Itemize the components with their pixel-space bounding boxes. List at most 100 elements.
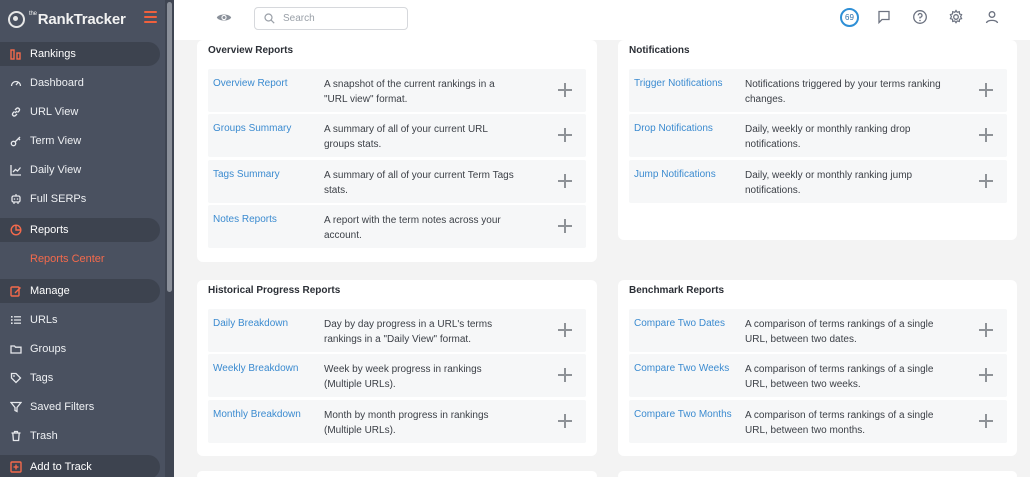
credits-badge[interactable]: 69	[840, 8, 859, 27]
plus-icon[interactable]	[979, 83, 993, 97]
user-icon[interactable]	[984, 9, 1000, 25]
plus-icon[interactable]	[558, 128, 572, 142]
gear-icon[interactable]	[948, 9, 964, 25]
report-link[interactable]: Groups Summary	[213, 122, 319, 135]
sidebar-section-add-to-track[interactable]: Add to Track	[0, 455, 160, 477]
list-icon	[9, 313, 23, 327]
report-link[interactable]: Weekly Breakdown	[213, 362, 319, 375]
plus-icon[interactable]	[979, 414, 993, 428]
plus-icon[interactable]	[558, 219, 572, 233]
filter-icon	[9, 400, 23, 414]
report-description: A comparison of terms rankings of a sing…	[745, 364, 934, 390]
report-row: Overview Report A snapshot of the curren…	[208, 69, 586, 112]
sidebar-section-rankings[interactable]: Rankings	[0, 42, 160, 66]
report-link[interactable]: Drop Notifications	[634, 122, 740, 135]
line-chart-icon	[9, 163, 23, 177]
sidebar-item-url-view[interactable]: URL View	[0, 100, 160, 124]
report-link[interactable]: Compare Two Dates	[634, 317, 740, 330]
sidebar-item-label: Dashboard	[30, 77, 84, 89]
sidebar: theRankTracker Rankings Dashboard URL Vi…	[0, 0, 174, 477]
next-card	[197, 471, 597, 477]
plus-icon[interactable]	[979, 323, 993, 337]
robot-icon	[9, 192, 23, 206]
eye-icon[interactable]	[216, 12, 232, 23]
plus-icon[interactable]	[558, 323, 572, 337]
report-link[interactable]: Daily Breakdown	[213, 317, 319, 330]
sidebar-item-groups[interactable]: Groups	[0, 337, 160, 361]
top-bar: 69	[174, 0, 1030, 40]
message-icon[interactable]	[876, 9, 892, 25]
plus-icon[interactable]	[979, 368, 993, 382]
trash-icon	[9, 429, 23, 443]
help-icon[interactable]	[912, 9, 928, 25]
tag-icon	[9, 371, 23, 385]
report-link[interactable]: Trigger Notifications	[634, 77, 740, 90]
report-row: Tags Summary A summary of all of your cu…	[208, 160, 586, 203]
report-row: Monthly Breakdown Month by month progres…	[208, 400, 586, 443]
sidebar-item-trash[interactable]: Trash	[0, 424, 160, 448]
plus-icon[interactable]	[979, 128, 993, 142]
menu-toggle-icon[interactable]	[144, 11, 157, 23]
sidebar-item-label: Tags	[30, 372, 54, 384]
report-link[interactable]: Compare Two Months	[634, 408, 740, 421]
report-link[interactable]: Notes Reports	[213, 213, 319, 226]
plus-icon[interactable]	[558, 414, 572, 428]
gauge-icon	[9, 76, 23, 90]
sidebar-item-label: Manage	[30, 285, 70, 297]
plus-icon[interactable]	[558, 174, 572, 188]
plus-icon[interactable]	[979, 174, 993, 188]
report-link[interactable]: Monthly Breakdown	[213, 408, 319, 421]
report-row: Trigger Notifications Notifications trig…	[629, 69, 1007, 112]
link-icon	[9, 105, 23, 119]
sidebar-item-label: Full SERPs	[30, 193, 87, 205]
report-description: A summary of all of your current Term Ta…	[324, 170, 514, 196]
sidebar-item-full-serps[interactable]: Full SERPs	[0, 187, 160, 211]
card-title: Benchmark Reports	[629, 285, 725, 296]
report-row: Notes Reports A report with the term not…	[208, 205, 586, 248]
report-description: Week by week progress in rankings (Multi…	[324, 364, 482, 390]
report-description: A comparison of terms rankings of a sing…	[745, 410, 934, 436]
plus-square-icon	[9, 460, 23, 474]
card-title: Historical Progress Reports	[208, 285, 341, 296]
sidebar-item-label: Reports	[30, 224, 69, 236]
report-description: A snapshot of the current rankings in a …	[324, 79, 495, 105]
sidebar-section-reports[interactable]: Reports	[0, 218, 160, 242]
next-card	[618, 471, 1017, 477]
sidebar-item-dashboard[interactable]: Dashboard	[0, 71, 160, 95]
sidebar-item-label: URL View	[30, 106, 79, 118]
sidebar-item-reports-center[interactable]: Reports Center	[0, 247, 160, 271]
sidebar-item-tags[interactable]: Tags	[0, 366, 160, 390]
historical-progress-card: Historical Progress Reports Daily Breakd…	[197, 280, 597, 456]
search-input[interactable]	[283, 11, 401, 26]
report-link[interactable]: Jump Notifications	[634, 168, 740, 181]
report-row: Jump Notifications Daily, weekly or mont…	[629, 160, 1007, 203]
plus-icon[interactable]	[558, 83, 572, 97]
logo-icon	[8, 10, 25, 28]
sidebar-section-manage[interactable]: Manage	[0, 279, 160, 303]
sidebar-item-daily-view[interactable]: Daily View	[0, 158, 160, 182]
folder-icon	[9, 342, 23, 356]
brand-prefix: the	[29, 10, 37, 17]
report-description: Month by month progress in rankings (Mul…	[324, 410, 489, 436]
report-row: Daily Breakdown Day by day progress in a…	[208, 309, 586, 352]
sidebar-item-label: Term View	[30, 135, 82, 147]
brand-logo[interactable]: theRankTracker	[8, 9, 126, 29]
sidebar-item-saved-filters[interactable]: Saved Filters	[0, 395, 160, 419]
brand-name: RankTracker	[37, 10, 126, 28]
sidebar-scrollbar-thumb[interactable]	[167, 2, 172, 292]
card-title: Overview Reports	[208, 45, 294, 56]
sidebar-item-term-view[interactable]: Term View	[0, 129, 160, 153]
report-link[interactable]: Overview Report	[213, 77, 319, 90]
benchmark-reports-card: Benchmark Reports Compare Two Dates A co…	[618, 280, 1017, 456]
report-row: Groups Summary A summary of all of your …	[208, 114, 586, 157]
pie-chart-icon	[9, 223, 23, 237]
bar-chart-icon	[9, 47, 23, 61]
plus-icon[interactable]	[558, 368, 572, 382]
report-link[interactable]: Compare Two Weeks	[634, 362, 740, 375]
report-row: Compare Two Months A comparison of terms…	[629, 400, 1007, 443]
report-link[interactable]: Tags Summary	[213, 168, 319, 181]
sidebar-item-urls[interactable]: URLs	[0, 308, 160, 332]
report-row: Compare Two Weeks A comparison of terms …	[629, 354, 1007, 397]
search-box	[254, 7, 408, 30]
sidebar-item-label: Groups	[30, 343, 67, 355]
